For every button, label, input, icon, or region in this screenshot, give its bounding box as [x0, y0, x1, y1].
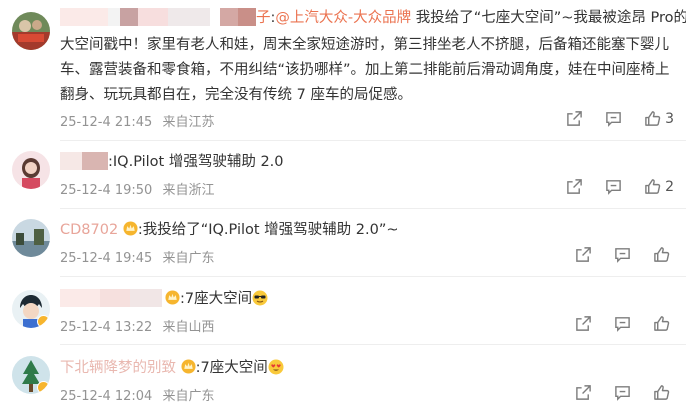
like-count: 3 — [665, 110, 674, 127]
comment-actions: 3 — [544, 110, 674, 127]
comment-text-line: 翻身、玩玩具都自在，完全没有传统 7 座车的局促感。 — [60, 87, 412, 103]
comment-body: 子:@上汽大众-大众品牌 我投给了“七座大空间”~我最被途昂 Pro的七座 — [60, 6, 686, 31]
comment-text: 7座大空间 — [200, 360, 268, 376]
divider — [60, 276, 686, 277]
username-redacted[interactable] — [60, 152, 108, 170]
like-button[interactable] — [653, 384, 674, 401]
comment-date: 25-12-4 19:45 — [60, 251, 153, 266]
reply-button[interactable] — [614, 384, 631, 401]
comment-text: 我投给了“IQ.Pilot 增强驾驶辅助 2.0”~ — [142, 222, 399, 238]
comment-text: 7座大空间 — [184, 291, 253, 307]
divider — [60, 208, 686, 209]
mention-link[interactable]: @上汽大众-大众品牌 — [275, 10, 411, 26]
comment-date: 25-12-4 21:45 — [60, 115, 153, 130]
like-icon — [645, 179, 661, 194]
crown-badge-icon — [181, 359, 196, 374]
like-button[interactable]: 2 — [644, 178, 674, 195]
divider — [60, 140, 686, 141]
comment-location: 来自广东 — [162, 389, 215, 404]
comment-body: :7座大空间 — [60, 287, 674, 312]
avatar-image — [12, 151, 50, 189]
comment-location: 来自广东 — [162, 251, 215, 266]
comment-meta: 25-12-4 21:45 来自江苏 — [60, 111, 215, 130]
comment-icon — [615, 317, 630, 332]
share-button[interactable] — [575, 384, 592, 401]
like-button[interactable] — [653, 246, 674, 263]
comment-date: 25-12-4 12:04 — [60, 389, 153, 404]
share-button[interactable] — [575, 315, 592, 332]
share-icon — [576, 247, 591, 262]
like-button[interactable] — [653, 315, 674, 332]
avatar[interactable] — [12, 151, 50, 189]
share-button[interactable] — [575, 246, 592, 263]
comment-icon — [606, 180, 621, 195]
crown-badge-icon — [123, 221, 138, 236]
sunglasses-emoji-icon — [252, 290, 268, 306]
username-redacted[interactable] — [60, 289, 162, 307]
share-icon — [576, 316, 591, 331]
comment-body: :IQ.Pilot 增强驾驶辅助 2.0 — [60, 150, 674, 175]
like-button[interactable]: 3 — [644, 110, 674, 127]
avatar-image — [12, 12, 50, 50]
avatar-image — [12, 219, 50, 257]
comment-actions — [553, 246, 674, 263]
divider — [60, 344, 686, 345]
reply-button[interactable] — [614, 315, 631, 332]
like-icon — [645, 111, 661, 126]
avatar[interactable] — [12, 12, 50, 50]
like-icon — [654, 316, 670, 331]
username[interactable]: 下北辆降梦的别致 — [60, 360, 176, 376]
comment-body: 下北辆降梦的别致 :7座大空间 — [60, 356, 674, 381]
avatar[interactable] — [12, 290, 50, 328]
share-button[interactable] — [566, 110, 583, 127]
like-count: 2 — [665, 178, 674, 195]
like-icon — [654, 385, 670, 400]
comment-icon — [615, 248, 630, 263]
comment-icon — [606, 112, 621, 127]
avatar[interactable] — [12, 219, 50, 257]
comment-date: 25-12-4 13:22 — [60, 320, 153, 335]
comment-meta: 25-12-4 19:50 来自浙江 — [60, 179, 215, 198]
comment-location: 来自浙江 — [162, 183, 215, 198]
comment-text: IQ.Pilot 增强驾驶辅助 2.0 — [112, 154, 284, 170]
comment-actions — [553, 384, 674, 401]
username-redacted-2[interactable] — [220, 8, 256, 26]
comment-text-line: 车、露营装备和零食箱，不用纠结“该扔哪样”。加上第二排能前后滑动调角度，娃在中间… — [60, 62, 670, 78]
heart-eyes-emoji-icon — [268, 359, 284, 375]
comment-date: 25-12-4 19:50 — [60, 183, 153, 198]
comment-meta: 25-12-4 19:45 来自广东 — [60, 247, 215, 266]
comment-icon — [615, 386, 630, 401]
comment-meta: 25-12-4 13:22 来自山西 — [60, 316, 215, 335]
verified-badge-icon — [37, 315, 50, 328]
username[interactable]: CD8702 — [60, 222, 118, 238]
username-redacted[interactable] — [60, 8, 210, 26]
share-icon — [567, 111, 582, 126]
comment-location: 来自江苏 — [162, 115, 215, 130]
comment-location: 来自山西 — [162, 320, 215, 335]
share-icon — [567, 179, 582, 194]
comment-actions — [553, 315, 674, 332]
comment-text-line: 大空间戳中！家里有老人和娃，周末全家短途游时，第三排坐老人不挤腿，后备箱还能塞下… — [60, 37, 669, 53]
share-button[interactable] — [566, 178, 583, 195]
comment-meta: 25-12-4 12:04 来自广东 — [60, 385, 215, 404]
reply-button[interactable] — [614, 246, 631, 263]
comment-text: 我投给了“七座大空间”~我最被途昂 Pro的七座 — [415, 10, 686, 26]
crown-badge-icon — [165, 290, 180, 305]
verified-badge-icon — [37, 381, 50, 394]
comment-body: CD8702 :我投给了“IQ.Pilot 增强驾驶辅助 2.0”~ — [60, 218, 674, 243]
reply-button[interactable] — [605, 178, 622, 195]
reply-button[interactable] — [605, 110, 622, 127]
like-icon — [654, 247, 670, 262]
share-icon — [576, 385, 591, 400]
username[interactable]: 子 — [256, 10, 271, 26]
comment-actions: 2 — [544, 178, 674, 195]
avatar[interactable] — [12, 356, 50, 394]
